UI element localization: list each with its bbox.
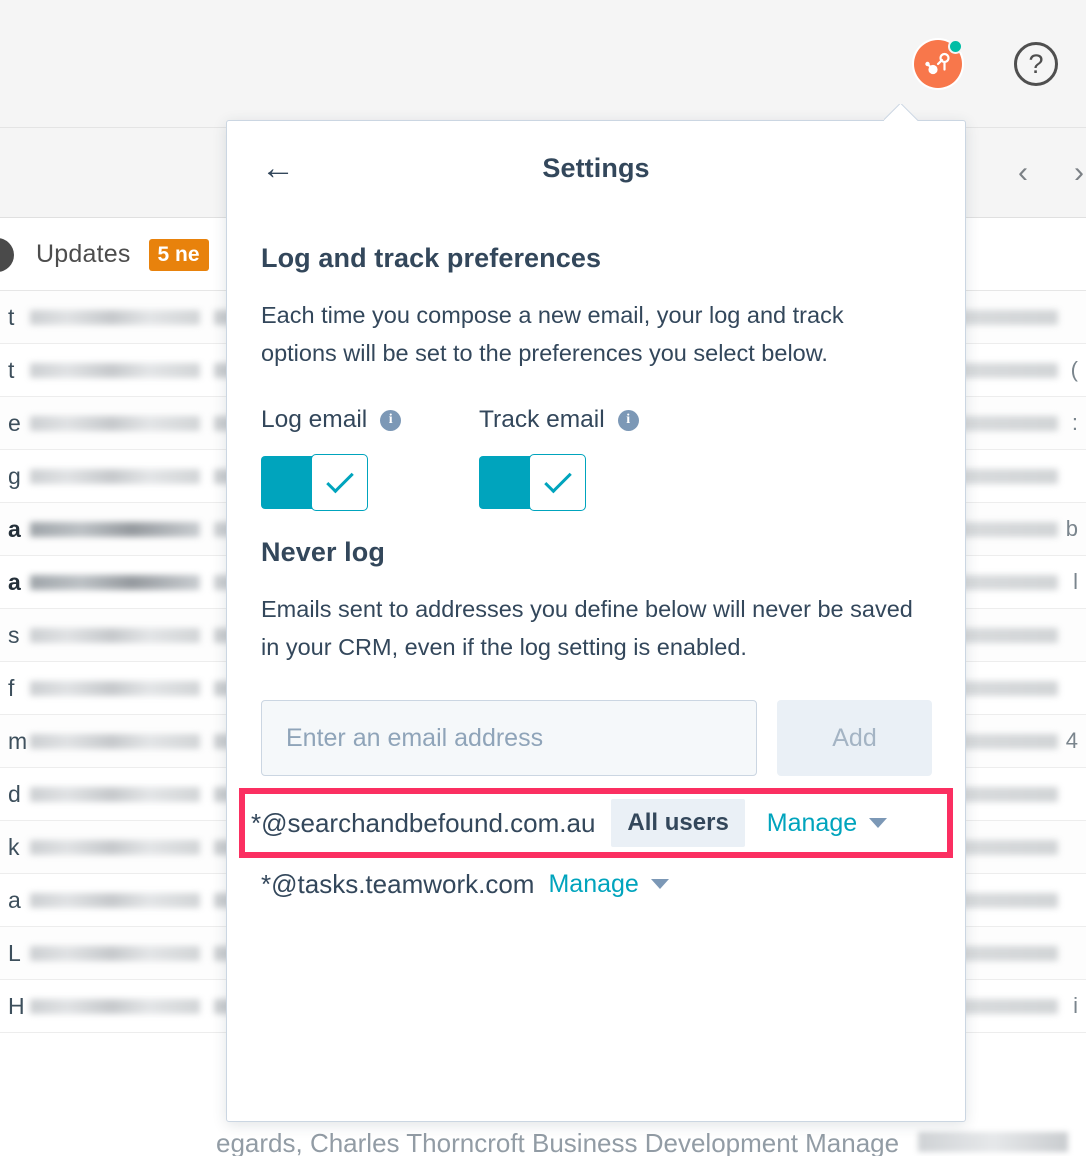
scope-badge: All users bbox=[611, 799, 745, 848]
never-log-domain-list: *@searchandbefound.com.au All users Manage… bbox=[239, 788, 953, 910]
track-email-label: Track email bbox=[479, 406, 605, 434]
email-sender-initial: a bbox=[8, 886, 21, 913]
email-sender-initial: a bbox=[8, 568, 21, 595]
blurred-text bbox=[30, 839, 200, 855]
email-sender-initial: t bbox=[8, 303, 15, 330]
email-sender-initial: g bbox=[8, 462, 21, 489]
chevron-down-icon[interactable] bbox=[650, 879, 669, 890]
email-address-input[interactable] bbox=[261, 700, 757, 777]
blurred-text bbox=[30, 468, 200, 484]
toggle-knob bbox=[311, 454, 368, 512]
domain-pattern: *@searchandbefound.com.au bbox=[251, 807, 596, 838]
manage-link[interactable]: Manage bbox=[767, 809, 857, 838]
email-sender-initial: k bbox=[8, 833, 20, 860]
updates-label[interactable]: Updates bbox=[36, 240, 131, 269]
email-sender-initial: L bbox=[8, 939, 21, 966]
updates-count-badge: 5 ne bbox=[148, 238, 209, 271]
email-meta-char: b bbox=[1065, 516, 1078, 541]
info-icon[interactable]: i bbox=[617, 409, 639, 431]
toggle-group: Log email i Track email i bbox=[261, 406, 931, 512]
message-navigation: ‹ › bbox=[1018, 157, 1086, 188]
signature-text: egards, Charles Thorncroft Business Deve… bbox=[216, 1127, 900, 1156]
blurred-text bbox=[30, 309, 200, 325]
never-log-heading: Never log bbox=[261, 537, 385, 568]
email-sender-initial: s bbox=[8, 621, 20, 648]
add-domain-row: Add bbox=[261, 700, 932, 777]
track-email-toggle[interactable] bbox=[479, 454, 586, 512]
blurred-text bbox=[918, 1132, 1068, 1152]
email-sender-initial: m bbox=[8, 727, 28, 754]
info-icon[interactable]: i bbox=[380, 409, 402, 431]
blurred-text bbox=[30, 680, 200, 696]
track-email-setting: Track email i bbox=[479, 406, 639, 512]
email-sender-initial: t bbox=[8, 356, 15, 383]
track-email-header: Track email i bbox=[479, 406, 639, 434]
topbar-icon-group: ? bbox=[914, 39, 1058, 88]
blurred-text bbox=[30, 521, 200, 537]
manage-link[interactable]: Manage bbox=[548, 870, 638, 899]
log-email-header: Log email i bbox=[261, 406, 479, 434]
popover-body: Log and track preferences Each time you … bbox=[227, 243, 965, 910]
toggle-knob bbox=[529, 454, 586, 512]
popover-pointer bbox=[884, 104, 918, 121]
email-sender-initial: H bbox=[8, 992, 25, 1019]
green-notification-dot bbox=[948, 39, 963, 54]
page-title: Settings bbox=[542, 152, 650, 183]
question-mark-icon[interactable]: ? bbox=[1014, 42, 1058, 86]
email-meta-char: 4 bbox=[1065, 728, 1078, 753]
blurred-text bbox=[30, 415, 200, 431]
email-sender-initial: d bbox=[8, 780, 21, 807]
back-arrow-icon[interactable]: ← bbox=[261, 151, 295, 185]
log-email-label: Log email bbox=[261, 406, 368, 434]
hubspot-button[interactable] bbox=[914, 39, 963, 88]
email-meta-char: : bbox=[1071, 410, 1078, 435]
next-message-icon[interactable]: › bbox=[1074, 157, 1084, 188]
blurred-text bbox=[30, 362, 200, 378]
email-sender-initial: e bbox=[8, 409, 21, 436]
email-meta-char: ( bbox=[1070, 357, 1078, 382]
never-log-row: *@tasks.teamwork.com Manage bbox=[261, 858, 931, 910]
never-log-description: Emails sent to addresses you define belo… bbox=[261, 596, 913, 661]
email-meta-char: i bbox=[1073, 993, 1078, 1018]
blurred-text bbox=[30, 998, 200, 1014]
avatar bbox=[0, 237, 14, 272]
blurred-text bbox=[30, 786, 200, 802]
domain-pattern: *@tasks.teamwork.com bbox=[261, 868, 535, 899]
blurred-text bbox=[30, 945, 200, 961]
popover-header: ← Settings bbox=[227, 121, 965, 215]
email-sender-initial: a bbox=[8, 515, 21, 542]
add-button[interactable]: Add bbox=[777, 700, 932, 777]
never-log-row-highlighted: *@searchandbefound.com.au All users Manage bbox=[239, 788, 953, 859]
settings-popover: ← Settings Log and track preferences Eac… bbox=[226, 120, 966, 1122]
log-track-heading: Log and track preferences bbox=[261, 243, 602, 273]
log-email-setting: Log email i bbox=[261, 406, 479, 512]
email-sender-initial: f bbox=[8, 674, 15, 701]
log-email-toggle[interactable] bbox=[261, 454, 368, 512]
blurred-text bbox=[30, 733, 200, 749]
log-track-description: Each time you compose a new email, your … bbox=[261, 302, 844, 367]
email-meta-char: l bbox=[1073, 569, 1078, 594]
previous-message-icon[interactable]: ‹ bbox=[1018, 157, 1028, 188]
chevron-down-icon[interactable] bbox=[869, 818, 888, 829]
blurred-text bbox=[30, 574, 200, 590]
checkmark-icon bbox=[543, 465, 572, 494]
blurred-text bbox=[30, 892, 200, 908]
blurred-text bbox=[30, 627, 200, 643]
app-topbar: ? bbox=[0, 0, 1086, 128]
checkmark-icon bbox=[325, 465, 354, 494]
